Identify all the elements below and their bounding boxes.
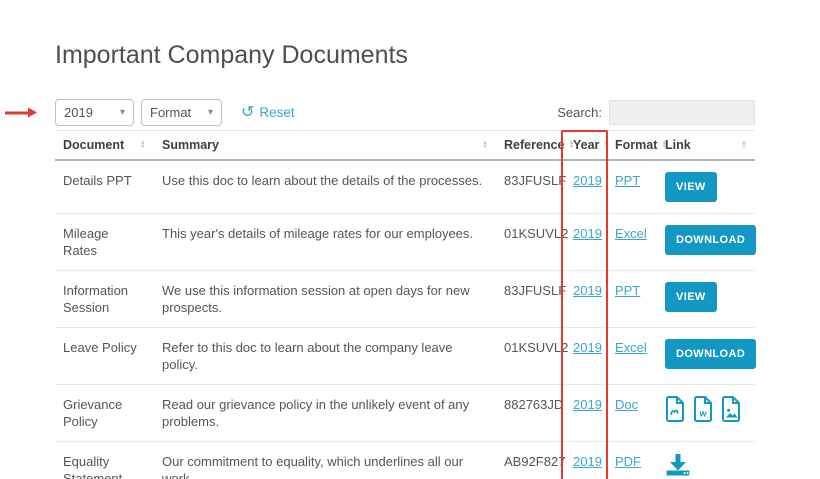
summary-cell: Read our grievance policy in the unlikel… bbox=[154, 384, 496, 442]
format-filter-value: Format bbox=[150, 105, 192, 120]
reset-link[interactable]: ↺ Reset bbox=[241, 103, 295, 121]
documents-table-wrap: Document ▲ ▼ Summary ▲ ▼ Reference ▲ ▼ Year ▲ ▼ … bbox=[55, 130, 757, 479]
column-header-link[interactable]: Link ▲ ▼ bbox=[657, 130, 755, 161]
undo-icon: ↺ bbox=[241, 103, 255, 121]
column-header-summary[interactable]: Summary ▲ ▼ bbox=[154, 130, 496, 161]
document-cell: Mileage Rates bbox=[55, 213, 154, 271]
view-button[interactable]: VIEW bbox=[665, 282, 717, 312]
summary-cell: We use this information session at open … bbox=[154, 270, 496, 328]
format-link[interactable]: PPT bbox=[615, 173, 640, 188]
reference-cell: 83JFUSLF bbox=[496, 270, 566, 328]
view-button[interactable]: VIEW bbox=[665, 172, 717, 202]
download-icon[interactable] bbox=[665, 453, 692, 476]
sort-icon: ▲ ▼ bbox=[741, 140, 747, 150]
download-icon-wrap bbox=[665, 453, 747, 476]
reference-cell: AB92F827 bbox=[496, 441, 565, 479]
document-cell: Details PPT bbox=[63, 173, 132, 188]
format-link[interactable]: PPT bbox=[615, 283, 640, 298]
table-row: Grievance Policy Read our grievance poli… bbox=[55, 384, 755, 442]
annotation-arrow-head bbox=[28, 107, 37, 117]
format-filter-dropdown[interactable]: Format ▾ bbox=[141, 99, 222, 126]
documents-table: Document ▲ ▼ Summary ▲ ▼ Reference ▲ ▼ Year ▲ ▼ … bbox=[55, 130, 757, 479]
column-label: Link bbox=[665, 138, 691, 152]
pdf-file-icon[interactable] bbox=[665, 396, 686, 422]
file-icons: w bbox=[665, 396, 742, 422]
year-filter-dropdown[interactable]: 2019 ▾ bbox=[55, 99, 134, 126]
column-header-document[interactable]: Document ▲ ▼ bbox=[55, 130, 154, 161]
svg-text:w: w bbox=[698, 409, 707, 419]
column-header-reference[interactable]: Reference ▲ ▼ bbox=[496, 130, 574, 161]
year-link[interactable]: 2019 bbox=[573, 397, 602, 412]
summary-cell: Use this doc to learn about the details … bbox=[162, 173, 483, 188]
word-file-icon[interactable]: w bbox=[693, 396, 714, 422]
sort-icon: ▲ ▼ bbox=[482, 140, 488, 150]
column-header-format[interactable]: Format ▲ ▼ bbox=[607, 130, 667, 161]
year-link[interactable]: 2019 bbox=[573, 283, 602, 298]
sort-desc-icon: ▼ bbox=[140, 144, 146, 150]
column-label: Summary bbox=[162, 138, 219, 152]
download-button[interactable]: DOWNLOAD bbox=[665, 339, 757, 369]
summary-cell: Refer to this doc to learn about the com… bbox=[154, 327, 496, 385]
column-label: Format bbox=[615, 138, 658, 152]
reference-cell: 01KSUVL2 bbox=[496, 327, 568, 385]
search-input[interactable] bbox=[609, 100, 755, 125]
document-cell: Equality Statement bbox=[55, 441, 154, 479]
format-link[interactable]: Excel bbox=[615, 226, 647, 241]
year-link[interactable]: 2019 bbox=[573, 340, 602, 355]
document-cell: Grievance Policy bbox=[55, 384, 154, 442]
format-link[interactable]: Doc bbox=[615, 397, 638, 412]
sort-desc-icon: ▼ bbox=[603, 144, 610, 150]
reference-cell: 01KSUVL2 bbox=[496, 213, 568, 271]
column-label: Document bbox=[63, 138, 125, 152]
sort-icon: ▲ ▼ bbox=[603, 140, 610, 150]
document-cell: Information Session bbox=[55, 270, 154, 328]
table-header-row: Document ▲ ▼ Summary ▲ ▼ Reference ▲ ▼ Year ▲ ▼ … bbox=[55, 130, 755, 161]
chevron-down-icon: ▾ bbox=[207, 107, 213, 118]
sort-desc-icon: ▼ bbox=[482, 144, 488, 150]
reference-cell: 882763JD bbox=[496, 384, 565, 442]
table-row: Information Session We use this informat… bbox=[55, 270, 755, 328]
year-link[interactable]: 2019 bbox=[573, 226, 602, 241]
format-link[interactable]: Excel bbox=[615, 340, 647, 355]
document-cell: Leave Policy bbox=[55, 327, 154, 385]
table-row: Equality Statement Our commitment to equ… bbox=[55, 441, 755, 479]
search-label: Search: bbox=[557, 105, 602, 120]
image-file-icon[interactable] bbox=[721, 396, 742, 422]
year-filter-value: 2019 bbox=[64, 105, 93, 120]
column-label: Year bbox=[573, 138, 600, 152]
table-row: Details PPT Use this doc to learn about … bbox=[55, 160, 755, 214]
search-group: Search: bbox=[557, 100, 755, 125]
column-label: Reference bbox=[504, 138, 565, 152]
annotation-arrow-shaft bbox=[5, 111, 29, 114]
page: Important Company Documents 2019 ▾ Forma… bbox=[0, 0, 820, 479]
year-link[interactable]: 2019 bbox=[573, 454, 602, 469]
summary-cell: Our commitment to equality, which underl… bbox=[154, 441, 496, 479]
sort-desc-icon: ▼ bbox=[741, 144, 747, 150]
reset-label: Reset bbox=[259, 105, 295, 120]
download-button[interactable]: DOWNLOAD bbox=[665, 225, 757, 255]
annotation-arrow bbox=[5, 107, 37, 118]
toolbar: 2019 ▾ Format ▾ ↺ Reset Search: bbox=[5, 99, 755, 126]
year-link[interactable]: 2019 bbox=[573, 173, 602, 188]
reference-cell: 83JFUSLF bbox=[504, 173, 567, 188]
format-link[interactable]: PDF bbox=[615, 454, 641, 469]
table-row: Mileage Rates This year's details of mil… bbox=[55, 213, 757, 271]
table-row: Leave Policy Refer to this doc to learn … bbox=[55, 327, 757, 385]
summary-cell: This year's details of mileage rates for… bbox=[154, 213, 496, 271]
page-title: Important Company Documents bbox=[55, 41, 408, 69]
chevron-down-icon: ▾ bbox=[119, 107, 125, 118]
sort-icon: ▲ ▼ bbox=[140, 140, 146, 150]
